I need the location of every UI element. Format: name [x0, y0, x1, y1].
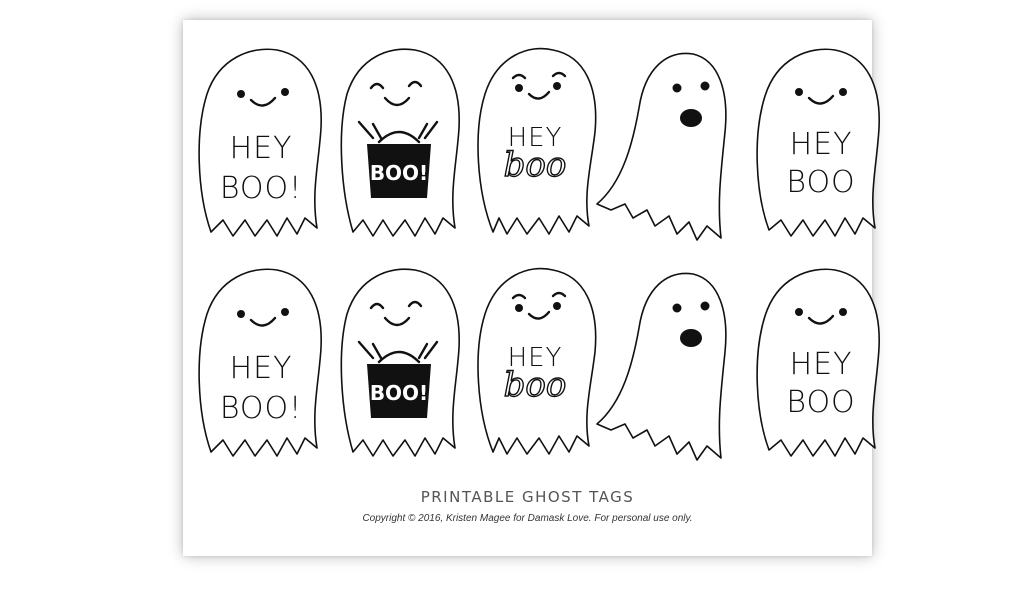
ghost-tag-surprised	[593, 262, 729, 462]
ghost-text-line2: boo	[504, 365, 567, 405]
ghost-text-line2: BOO	[786, 165, 855, 200]
ghost-tag-hey-boo-plain: HEY BOO	[751, 42, 887, 242]
ghost-tag-boo-bag: BOO!	[333, 262, 469, 462]
ghost-surprised-icon	[596, 272, 727, 461]
ghost-tag-hey-boo-script: HEY boo	[469, 262, 605, 462]
copyright-notice: Copyright © 2016, Kristen Magee for Dama…	[362, 513, 693, 524]
ghost-hey-boo-icon: HEY BOO!	[198, 268, 322, 457]
printable-sheet: HEY BOO! BOO! HEY boo HEY BOO HEY BOO! B…	[183, 20, 880, 556]
ghost-text-line2: BOO!	[220, 171, 302, 206]
ghost-text-line1: HEY	[790, 127, 853, 162]
ghost-tag-boo-bag: BOO!	[333, 42, 469, 242]
ghost-text-line2: BOO	[786, 385, 855, 420]
ghost-hey-boo-script-icon: HEY boo	[477, 47, 597, 235]
ghost-boo-bag-icon: BOO!	[340, 268, 460, 457]
ghost-hey-boo-plain-icon: HEY BOO	[756, 48, 880, 237]
bag-text: BOO!	[370, 381, 428, 405]
ghost-text-line2: boo	[504, 145, 567, 185]
ghost-hey-boo-icon: HEY BOO!	[198, 48, 322, 237]
ghost-hey-boo-script-icon: HEY boo	[477, 267, 597, 455]
ghost-text-line1: HEY	[230, 351, 293, 386]
ghost-tag-hey-boo-script: HEY boo	[469, 42, 605, 242]
ghost-text-line2: BOO!	[220, 391, 302, 426]
ghost-hey-boo-plain-icon: HEY BOO	[756, 268, 880, 457]
ghost-tag-hey-boo-plain: HEY BOO	[751, 262, 887, 462]
ghost-text-line1: HEY	[790, 347, 853, 382]
ghost-text-line1: HEY	[230, 131, 293, 166]
ghost-tag-grid: HEY BOO! BOO! HEY boo HEY BOO HEY BOO! B…	[193, 42, 880, 482]
ghost-boo-bag-icon: BOO!	[340, 48, 460, 237]
ghost-tag-hey-boo: HEY BOO!	[193, 262, 329, 462]
ghost-tag-surprised	[593, 42, 729, 242]
sheet-title: PRINTABLE GHOST TAGS	[420, 488, 635, 506]
ghost-surprised-icon	[596, 52, 727, 241]
bag-text: BOO!	[370, 161, 428, 185]
ghost-tag-hey-boo: HEY BOO!	[193, 42, 329, 242]
